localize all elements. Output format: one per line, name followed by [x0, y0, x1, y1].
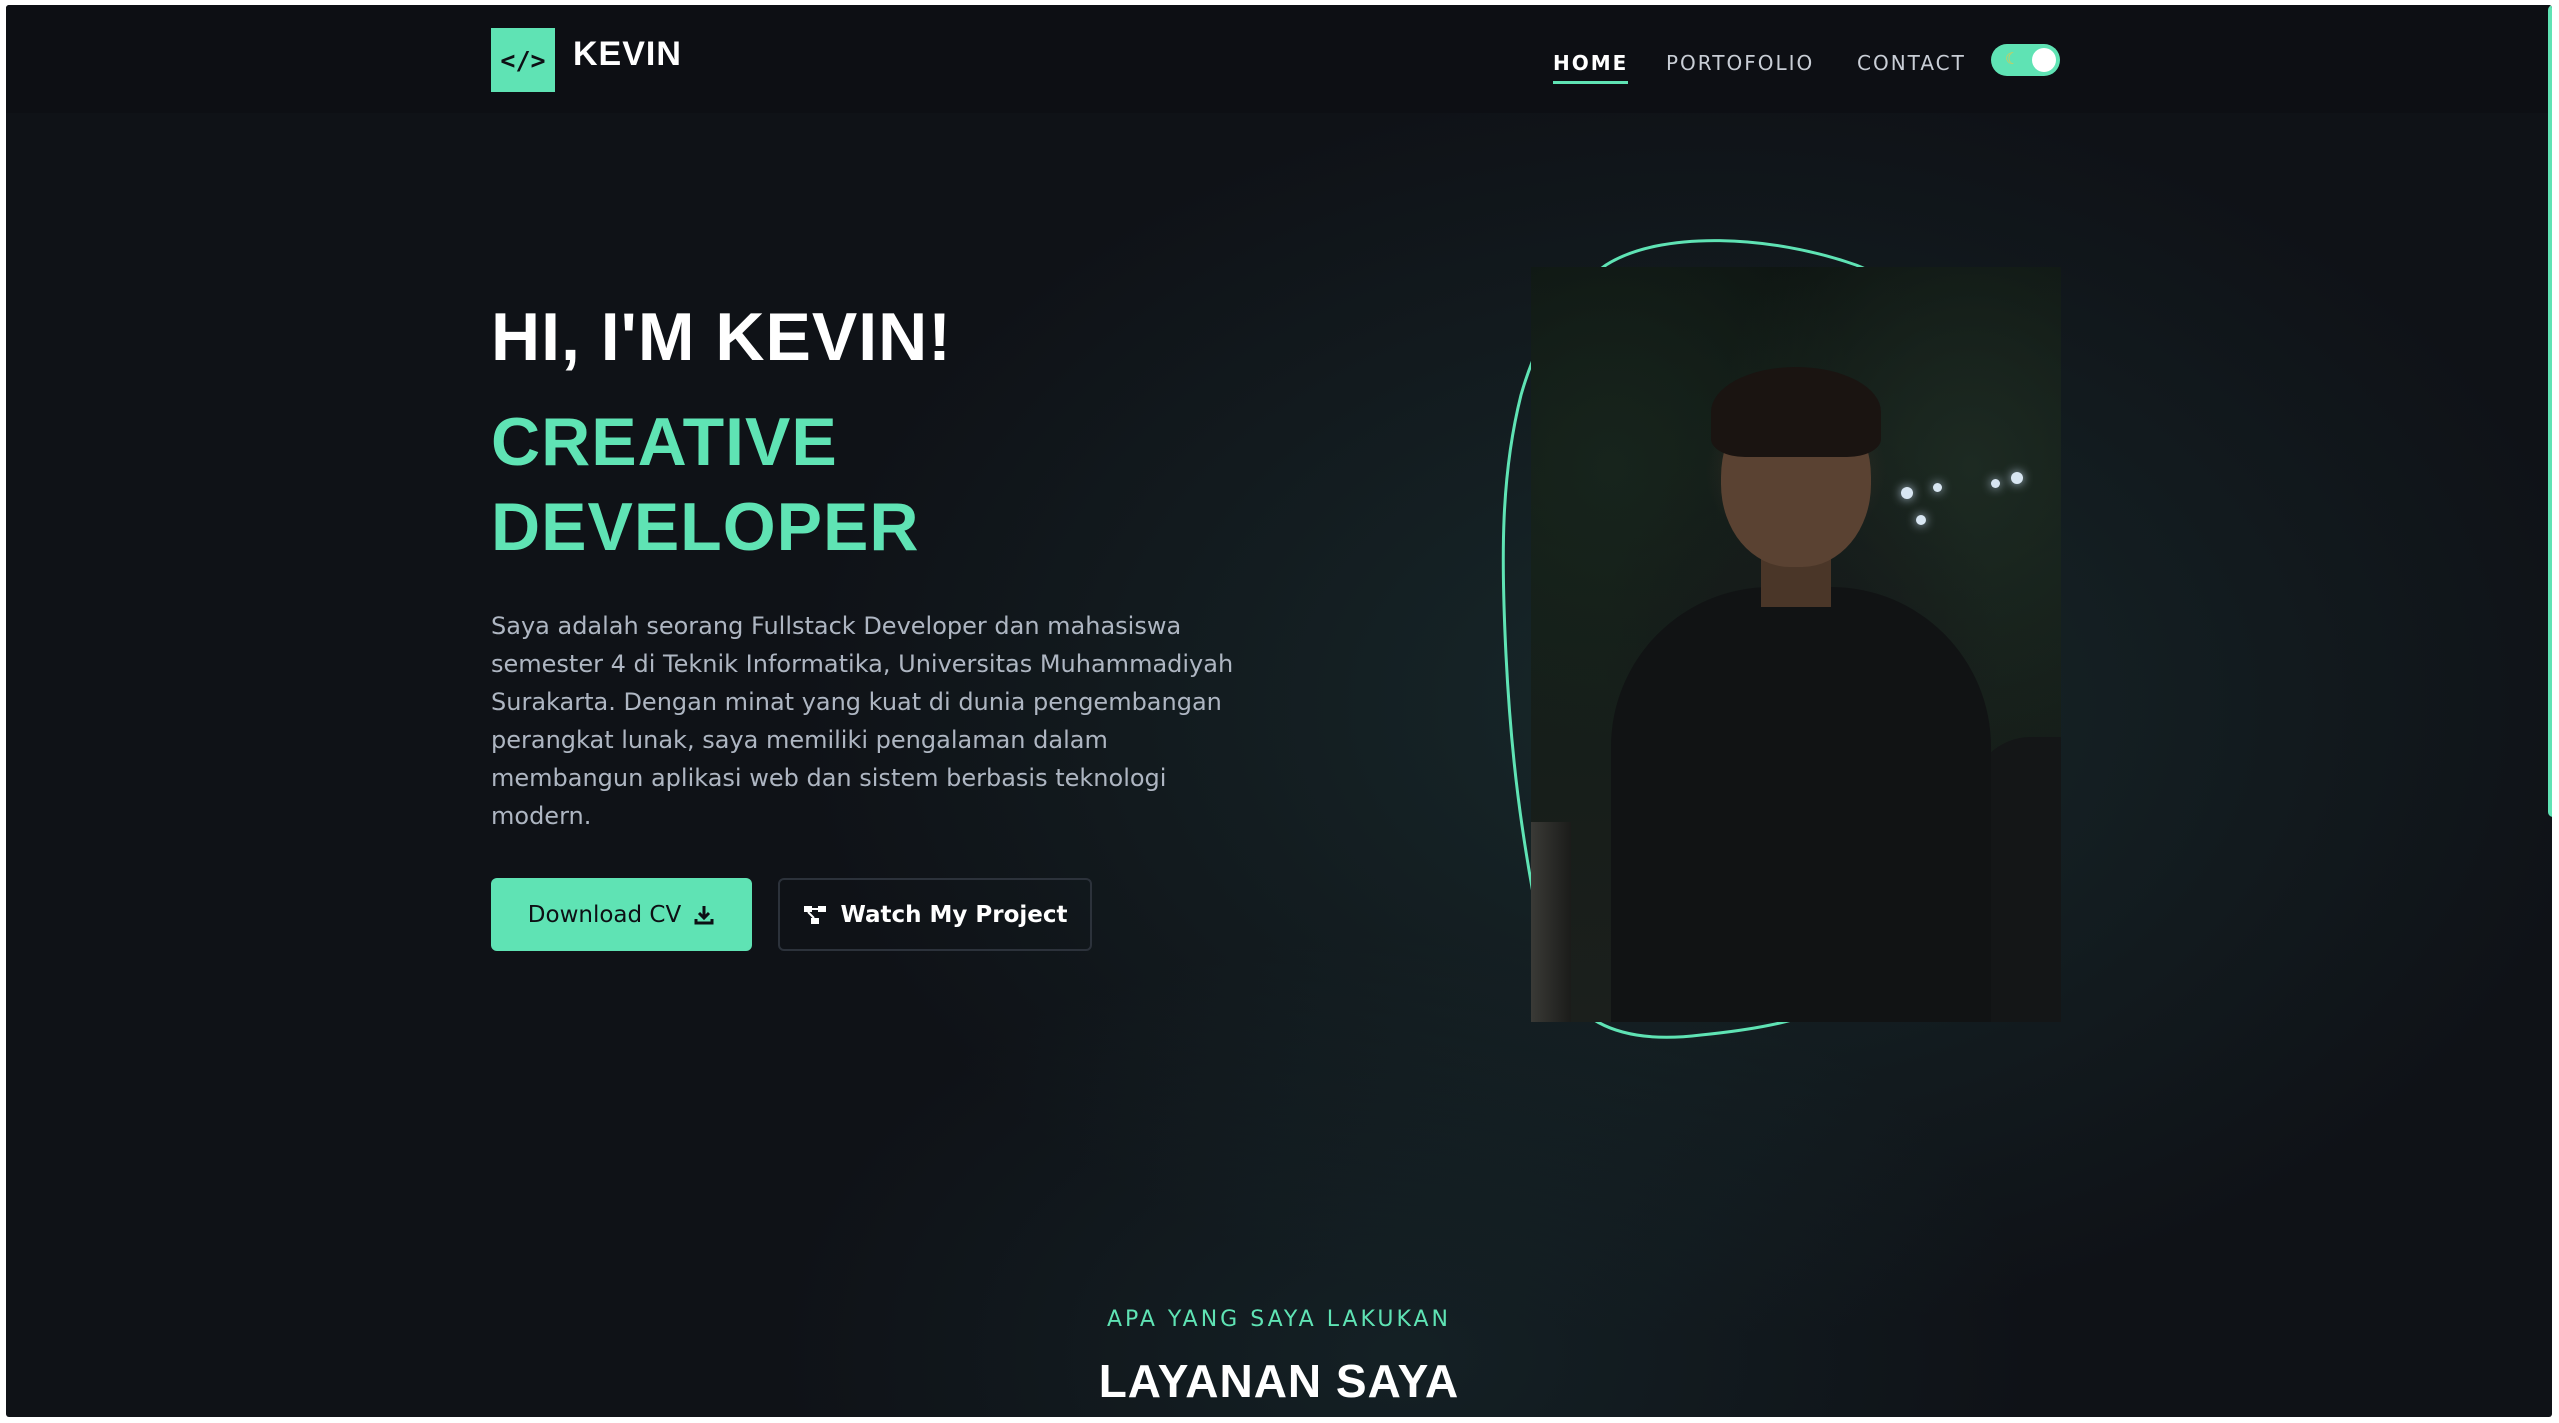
- photo-light: [1901, 487, 1913, 499]
- browser-viewport: </> KEVIN HOME PORTOFOLIO CONTACT ☾ HI, …: [6, 5, 2552, 1417]
- hero-role-line1: CREATIVE: [491, 404, 838, 480]
- services-kicker: APA YANG SAYA LAKUKAN: [1106, 1307, 1451, 1332]
- project-icon: [802, 904, 828, 926]
- photo-light: [1991, 479, 2000, 488]
- logo-text[interactable]: KEVIN: [573, 35, 682, 74]
- nav-home[interactable]: HOME: [1553, 51, 1629, 84]
- profile-photo: [1531, 267, 2061, 1022]
- background-glow: [6, 5, 2552, 1417]
- nav-contact[interactable]: CONTACT: [1857, 51, 1966, 75]
- download-cv-label: Download CV: [527, 901, 682, 928]
- watch-project-button[interactable]: Watch My Project: [778, 878, 1092, 951]
- hero-role-line2: DEVELOPER: [491, 489, 920, 565]
- nav-active-underline: [1553, 81, 1629, 84]
- page-scrollbar[interactable]: [2548, 5, 2552, 817]
- download-cv-button[interactable]: Download CV: [491, 878, 752, 951]
- toggle-knob: [2032, 48, 2056, 72]
- photo-light: [1916, 515, 1926, 525]
- services-title: LAYANAN SAYA: [1098, 1355, 1460, 1407]
- hero-description: Saya adalah seorang Fullstack Developer …: [491, 612, 1234, 830]
- nav-portofolio[interactable]: PORTOFOLIO: [1666, 51, 1814, 75]
- photo-hair: [1711, 367, 1881, 457]
- theme-toggle[interactable]: ☾: [1991, 44, 2060, 76]
- photo-railing: [1531, 822, 1571, 1022]
- watch-project-label: Watch My Project: [840, 901, 1068, 928]
- photo-body: [1611, 587, 1991, 1022]
- download-icon: [693, 904, 715, 926]
- logo-code-icon[interactable]: </>: [491, 28, 555, 92]
- site-header: </> KEVIN HOME PORTOFOLIO CONTACT ☾: [6, 5, 2552, 113]
- hero-greeting: HI, I'M KEVIN!: [491, 299, 952, 375]
- nav-home-label: HOME: [1553, 51, 1629, 75]
- photo-light: [1933, 483, 1942, 492]
- photo-light: [2011, 472, 2023, 484]
- moon-icon: ☾: [2005, 51, 2020, 68]
